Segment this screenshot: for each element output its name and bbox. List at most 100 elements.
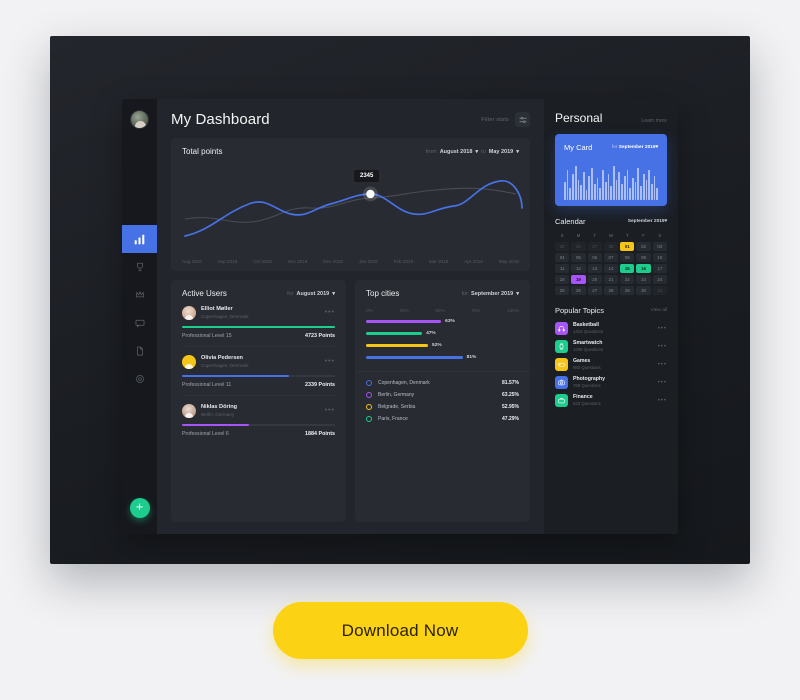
calendar-day[interactable]: 02 [636,242,651,251]
popular-topic-count: 633 Questions [573,401,601,407]
active-user-head: Olivia Pedersen Copenhagen, Denmark ••• [182,355,335,369]
period-caret-icon[interactable]: ▾ [332,291,335,297]
calendar-day[interactable]: 21 [603,275,619,284]
calendar-month: September 2019 [627,219,665,224]
calendar-day[interactable]: 03 [652,242,667,251]
sidebar-item-settings[interactable] [122,365,157,393]
to-caret-icon[interactable]: ▾ [516,149,519,155]
calendar-day[interactable]: 10 [652,253,667,262]
calendar-day[interactable]: 04 [555,253,570,262]
filter-stats-button[interactable] [515,112,530,127]
calendar-day[interactable]: 27 [587,242,602,251]
active-user-row[interactable]: Elliot Møller Copenhagen, Denmark ••• Profe… [171,298,346,347]
more-icon[interactable]: ••• [325,407,335,414]
calendar-day[interactable]: 16 [636,264,651,273]
sidebar-item-messages[interactable] [122,309,157,337]
calendar-day[interactable]: 28 [603,286,619,295]
calendar-day[interactable]: 20 [587,275,602,284]
more-icon[interactable]: ••• [325,309,335,316]
calendar-title: Calendar [555,217,586,226]
popular-topic-text: Basketball 1423 Questions [573,322,603,335]
sidebar-item-documents[interactable] [122,337,157,365]
period-caret-icon[interactable]: ▾ [516,291,519,297]
mini-bar [574,166,577,200]
calendar-day[interactable]: 26 [571,242,586,251]
lower-panels: Active Users for August 2019 ▾ Elliot Mø… [171,280,530,522]
city-bar [366,356,463,359]
more-icon[interactable]: ••• [658,326,667,332]
calendar-day[interactable]: 01 [620,242,635,251]
for-value[interactable]: August 2019 [297,291,330,297]
more-icon[interactable]: ••• [658,362,667,368]
from-value[interactable]: August 2018 [440,149,473,155]
my-card-period[interactable]: for September 2019▾ [612,145,658,150]
popular-topic-count: 983 Questions [573,365,601,371]
city-legend-row: Copenhagen, Denmark 81.57% [366,380,519,386]
more-icon[interactable]: ••• [658,398,667,404]
popular-topics-widget: Popular Topics View all Basketball 1423 Q… [555,306,667,412]
camera-icon [555,376,568,389]
calendar-day[interactable]: 29 [620,286,635,295]
calendar-day[interactable]: 31 [652,286,667,295]
active-user-row[interactable]: Niklas Döring Berlin, Germany ••• Professio… [171,396,346,444]
calendar-day[interactable]: 12 [571,264,586,273]
popular-topic-count: 1423 Questions [573,329,604,335]
calendar-caret-icon: ▾ [664,219,667,224]
from-caret-icon[interactable]: ▾ [475,149,478,155]
calendar-day[interactable]: 11 [555,264,570,273]
popular-topics-header: Popular Topics View all [555,306,667,315]
more-icon[interactable]: ••• [658,380,667,386]
calendar-day[interactable]: 22 [620,275,635,284]
calendar-day[interactable]: 17 [652,264,667,273]
x-tick: Jan 2019 [358,259,378,264]
top-cities-card: Top cities for September 2019 ▾ 0% 25% 50%… [355,280,530,522]
calendar-day[interactable]: 24 [652,275,667,284]
calendar-day[interactable]: 07 [603,253,619,262]
active-users-list: Elliot Møller Copenhagen, Denmark ••• Profe… [171,298,346,444]
more-icon[interactable]: ••• [325,358,335,365]
my-card[interactable]: My Card for September 2019▾ [555,134,667,206]
popular-topic-row[interactable]: Basketball 1423 Questions ••• [555,322,667,335]
calendar-day[interactable]: 13 [587,264,602,273]
learn-more-link[interactable]: Learn more [641,118,667,124]
popular-topic-row[interactable]: Finance 633 Questions ••• [555,394,667,407]
calendar-day[interactable]: 25 [555,286,570,295]
add-button[interactable]: + [129,498,150,518]
personal-sidebar: Personal Learn more My Card for Septembe… [544,99,678,534]
calendar-day[interactable]: 06 [587,253,602,262]
calendar-day[interactable]: 25 [555,242,570,251]
calendar-day[interactable]: 26 [571,286,586,295]
sidebar-item-crown[interactable] [122,281,157,309]
download-now-button[interactable]: Download Now [272,602,528,659]
calendar-month-selector[interactable]: September 2019▾ [628,219,667,224]
active-user-name: Elliot Møller [201,306,233,313]
more-icon[interactable]: ••• [658,344,667,350]
trophy-icon [135,262,145,272]
popular-topic-row[interactable]: Photography 789 Questions ••• [555,376,667,389]
calendar-day[interactable]: 14 [603,264,619,273]
to-value[interactable]: May 2019 [489,149,513,155]
calendar-day[interactable]: 08 [620,253,635,262]
active-user-row[interactable]: Olivia Pedersen Copenhagen, Denmark ••• Pro… [171,347,346,396]
active-users-title: Active Users [182,289,227,298]
calendar-day[interactable]: 05 [571,253,586,262]
popular-topic-row[interactable]: Smartwatch 1299 Questions ••• [555,340,667,353]
calendar-day[interactable]: 28 [603,242,619,251]
active-user-identity: Olivia Pedersen Copenhagen, Denmark [201,355,249,368]
sidebar-item-trophy[interactable] [122,253,157,281]
sidebar-item-analytics[interactable] [122,225,157,253]
popular-topic-row[interactable]: Games 983 Questions ••• [555,358,667,371]
mini-bar [629,188,631,200]
avatar[interactable] [130,110,149,129]
for-value[interactable]: September 2019 [471,291,513,297]
city-bar-value: 52% [432,343,442,348]
calendar-day[interactable]: 09 [636,253,651,262]
headphones-icon [555,322,568,335]
calendar-day[interactable]: 19 [571,275,586,284]
calendar-day[interactable]: 18 [555,275,570,284]
calendar-day[interactable]: 23 [636,275,651,284]
calendar-day[interactable]: 15 [620,264,635,273]
calendar-day[interactable]: 27 [587,286,602,295]
view-all-link[interactable]: View all [651,308,667,313]
calendar-day[interactable]: 30 [636,286,651,295]
